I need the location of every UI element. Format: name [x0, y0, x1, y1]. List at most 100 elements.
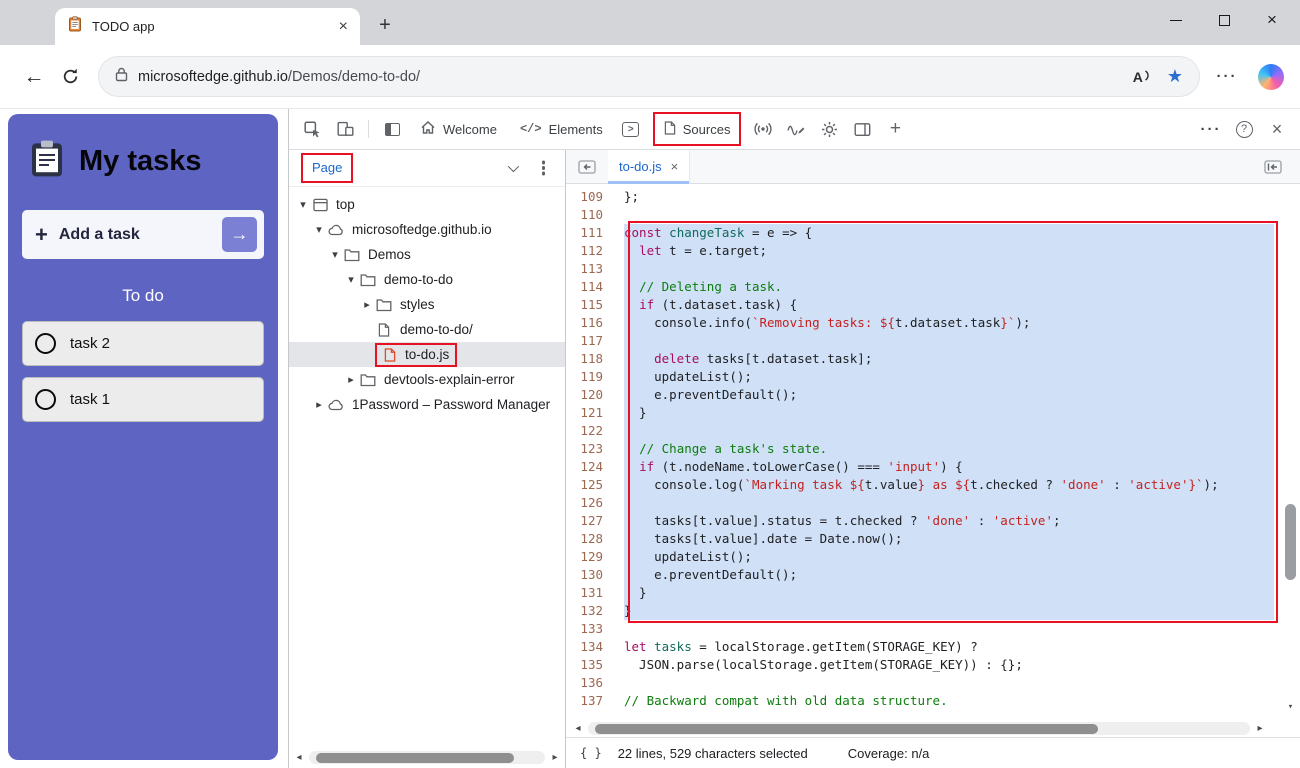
- tree-item-1password-password-manager[interactable]: ▸1Password – Password Manager: [289, 392, 565, 417]
- line-number[interactable]: 135: [566, 656, 612, 674]
- settings-gear-icon[interactable]: [814, 114, 844, 144]
- tree-item-demo-to-do[interactable]: ▾demo-to-do: [289, 267, 565, 292]
- task-row[interactable]: task 2: [22, 321, 264, 366]
- line-number[interactable]: 126: [566, 494, 612, 512]
- favorite-star-icon[interactable]: ★: [1167, 66, 1183, 87]
- browser-menu-icon[interactable]: ···: [1217, 68, 1238, 85]
- back-button[interactable]: ←: [16, 59, 52, 95]
- code-line-126[interactable]: 126: [566, 494, 1300, 512]
- code-line-130[interactable]: 130 e.preventDefault();: [566, 566, 1300, 584]
- code-line-112[interactable]: 112 let t = e.target;: [566, 242, 1300, 260]
- code-line-134[interactable]: 134let tasks = localStorage.getItem(STOR…: [566, 638, 1300, 656]
- maximize-button[interactable]: [1200, 0, 1248, 40]
- code-line-115[interactable]: 115 if (t.dataset.task) {: [566, 296, 1300, 314]
- submit-arrow-button[interactable]: →: [222, 217, 257, 252]
- line-number[interactable]: 119: [566, 368, 612, 386]
- navigator-horizontal-scrollbar[interactable]: ◂ ▸: [289, 749, 565, 766]
- code-line-122[interactable]: 122: [566, 422, 1300, 440]
- line-number[interactable]: 134: [566, 638, 612, 656]
- line-number[interactable]: 111: [566, 224, 612, 242]
- minimize-button[interactable]: [1152, 0, 1200, 40]
- tree-item-top[interactable]: ▾top: [289, 192, 565, 217]
- task-checkbox[interactable]: [35, 389, 56, 410]
- code-line-124[interactable]: 124 if (t.nodeName.toLowerCase() === 'in…: [566, 458, 1300, 476]
- collapse-panel-icon[interactable]: [1258, 152, 1288, 182]
- caret-right-icon[interactable]: ▸: [343, 373, 359, 386]
- scroll-left-icon[interactable]: ◂: [571, 723, 585, 734]
- line-number[interactable]: 133: [566, 620, 612, 638]
- caret-down-icon[interactable]: ▾: [343, 273, 359, 286]
- line-number[interactable]: 129: [566, 548, 612, 566]
- help-icon[interactable]: ?: [1229, 114, 1259, 144]
- line-number[interactable]: 113: [566, 260, 612, 278]
- code-editor[interactable]: 109};110111const changeTask = e => {112 …: [566, 184, 1300, 720]
- caret-down-icon[interactable]: ▾: [327, 248, 343, 261]
- caret-down-icon[interactable]: ▾: [311, 223, 327, 236]
- line-number[interactable]: 130: [566, 566, 612, 584]
- code-line-129[interactable]: 129 updateList();: [566, 548, 1300, 566]
- line-number[interactable]: 122: [566, 422, 612, 440]
- close-devtools-icon[interactable]: ×: [1262, 114, 1292, 144]
- code-line-137[interactable]: 137// Backward compat with old data stru…: [566, 692, 1300, 710]
- code-line-109[interactable]: 109};: [566, 188, 1300, 206]
- tab-close-icon[interactable]: ×: [339, 19, 348, 35]
- tree-item-devtools-explain-error[interactable]: ▸devtools-explain-error: [289, 367, 565, 392]
- close-window-button[interactable]: ×: [1248, 0, 1296, 40]
- pretty-print-icon[interactable]: { }: [580, 746, 602, 760]
- line-number[interactable]: 112: [566, 242, 612, 260]
- code-line-136[interactable]: 136: [566, 674, 1300, 692]
- add-task-button[interactable]: + Add a task →: [22, 210, 264, 259]
- editor-horizontal-scrollbar[interactable]: ◂ ▸: [568, 720, 1270, 737]
- navigator-more-icon[interactable]: [542, 166, 545, 169]
- devtools-menu-icon[interactable]: ···: [1196, 114, 1226, 144]
- code-line-127[interactable]: 127 tasks[t.value].status = t.checked ? …: [566, 512, 1300, 530]
- scrollbar-thumb[interactable]: [1285, 504, 1296, 580]
- code-line-119[interactable]: 119 updateList();: [566, 368, 1300, 386]
- tree-item-demo-to-do[interactable]: demo-to-do/: [289, 317, 565, 342]
- line-number[interactable]: 124: [566, 458, 612, 476]
- console-icon[interactable]: >: [616, 114, 646, 144]
- scroll-left-icon[interactable]: ◂: [292, 752, 306, 763]
- code-line-113[interactable]: 113: [566, 260, 1300, 278]
- line-number[interactable]: 132: [566, 602, 612, 620]
- code-line-123[interactable]: 123 // Change a task's state.: [566, 440, 1300, 458]
- copilot-icon[interactable]: [1258, 64, 1284, 90]
- code-line-135[interactable]: 135 JSON.parse(localStorage.getItem(STOR…: [566, 656, 1300, 674]
- line-number[interactable]: 121: [566, 404, 612, 422]
- tree-item-demos[interactable]: ▾Demos: [289, 242, 565, 267]
- browser-tab[interactable]: TODO app ×: [55, 8, 360, 45]
- task-row[interactable]: task 1: [22, 377, 264, 422]
- inspect-icon[interactable]: [297, 114, 327, 144]
- caret-down-icon[interactable]: ▾: [295, 198, 311, 211]
- code-line-131[interactable]: 131 }: [566, 584, 1300, 602]
- dock-side-icon[interactable]: [847, 114, 877, 144]
- scroll-right-icon[interactable]: ▸: [548, 752, 562, 763]
- line-number[interactable]: 120: [566, 386, 612, 404]
- line-number[interactable]: 116: [566, 314, 612, 332]
- chevron-down-icon[interactable]: [508, 161, 519, 172]
- code-line-114[interactable]: 114 // Deleting a task.: [566, 278, 1300, 296]
- line-number[interactable]: 125: [566, 476, 612, 494]
- code-line-117[interactable]: 117: [566, 332, 1300, 350]
- code-line-132[interactable]: 132}: [566, 602, 1300, 620]
- line-number[interactable]: 109: [566, 188, 612, 206]
- line-number[interactable]: 115: [566, 296, 612, 314]
- line-number[interactable]: 110: [566, 206, 612, 224]
- line-number[interactable]: 114: [566, 278, 612, 296]
- add-panel-icon[interactable]: +: [880, 114, 910, 144]
- tab-welcome[interactable]: Welcome: [410, 109, 507, 150]
- code-line-110[interactable]: 110: [566, 206, 1300, 224]
- tree-item-microsoftedge-github-io[interactable]: ▾microsoftedge.github.io: [289, 217, 565, 242]
- code-line-121[interactable]: 121 }: [566, 404, 1300, 422]
- scroll-right-icon[interactable]: ▸: [1253, 723, 1267, 734]
- performance-icon[interactable]: [781, 114, 811, 144]
- line-number[interactable]: 131: [566, 584, 612, 602]
- tab-sources[interactable]: Sources: [653, 112, 742, 146]
- code-line-111[interactable]: 111const changeTask = e => {: [566, 224, 1300, 242]
- line-number[interactable]: 118: [566, 350, 612, 368]
- tree-item-styles[interactable]: ▸styles: [289, 292, 565, 317]
- show-navigator-icon[interactable]: [572, 152, 602, 182]
- line-number[interactable]: 137: [566, 692, 612, 710]
- network-conditions-icon[interactable]: [748, 114, 778, 144]
- line-number[interactable]: 117: [566, 332, 612, 350]
